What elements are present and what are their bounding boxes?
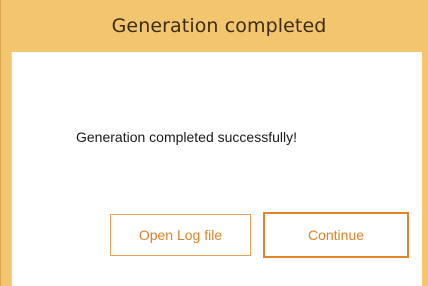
continue-button[interactable]: Continue bbox=[263, 212, 409, 258]
status-message: Generation completed successfully! bbox=[76, 129, 297, 145]
dialog-window: Generation completed Generation complete… bbox=[0, 0, 428, 286]
open-log-file-button-label: Open Log file bbox=[138, 227, 223, 243]
title-bar[interactable]: Generation completed bbox=[1, 0, 428, 52]
continue-button-label: Continue bbox=[307, 227, 365, 243]
open-log-file-button[interactable]: Open Log file bbox=[110, 214, 251, 256]
dialog-body: Generation completed successfully! Open … bbox=[11, 52, 422, 286]
dialog-title: Generation completed bbox=[111, 15, 327, 37]
